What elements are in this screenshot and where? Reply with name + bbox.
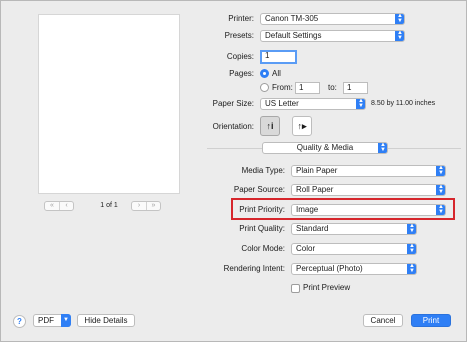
printer-stepper-icon: ▲ ▼ [395, 14, 404, 24]
presets-value: Default Settings [265, 31, 322, 40]
landscape-orientation-button[interactable]: ↑▸ [292, 116, 312, 136]
print-quality-popup[interactable]: Standard ▲ ▼ [291, 223, 417, 235]
page-preview [38, 14, 180, 194]
portrait-icon: ↑i [266, 121, 274, 131]
print-priority-label: Print Priority: [239, 205, 285, 214]
print-quality-value: Standard [296, 224, 329, 233]
paper-size-popup[interactable]: US Letter ▲ ▼ [260, 98, 366, 110]
orientation-label: Orientation: [212, 122, 254, 131]
hide-details-button[interactable]: Hide Details [77, 314, 135, 327]
media-type-value: Plain Paper [296, 166, 338, 175]
printer-popup[interactable]: Canon TM-305 ▲ ▼ [260, 13, 405, 25]
pdf-menu-button[interactable]: PDF ▼ [33, 314, 71, 327]
color-mode-value: Color [296, 244, 316, 253]
paper-source-popup[interactable]: Roll Paper ▲ ▼ [291, 184, 446, 196]
pager-forward-group: › » [131, 201, 161, 211]
pages-all-radio[interactable] [260, 69, 269, 78]
portrait-orientation-button[interactable]: ↑i [260, 116, 280, 136]
print-preview-checkbox[interactable] [291, 284, 300, 293]
section-value: Quality & Media [296, 143, 354, 152]
pdf-label: PDF [38, 316, 54, 325]
media-type-label: Media Type: [241, 166, 285, 175]
print-quality-label: Print Quality: [239, 224, 285, 233]
paper-size-dimensions: 8.50 by 11.00 inches [371, 100, 436, 107]
paper-source-stepper-icon: ▲ ▼ [436, 185, 445, 195]
presets-stepper-icon: ▲ ▼ [395, 31, 404, 41]
pages-range-radio[interactable] [260, 83, 269, 92]
pager-back-group: « ‹ [44, 201, 74, 211]
print-priority-popup[interactable]: Image ▲ ▼ [291, 204, 446, 216]
print-priority-stepper-icon: ▲ ▼ [436, 205, 445, 215]
color-mode-popup[interactable]: Color ▲ ▼ [291, 243, 417, 255]
presets-label: Presets: [224, 31, 254, 40]
previous-page-button[interactable]: ‹ [59, 202, 73, 210]
pages-label: Pages: [229, 69, 254, 78]
presets-popup[interactable]: Default Settings ▲ ▼ [260, 30, 405, 42]
pages-to-label: to: [328, 83, 337, 92]
copies-label: Copies: [226, 52, 254, 61]
pages-all-label: All [272, 69, 281, 78]
chevron-down-icon: ▼ [61, 314, 71, 327]
section-stepper-icon: ▲ ▼ [378, 143, 387, 153]
pages-from-field[interactable]: 1 [295, 82, 320, 94]
pages-to-field[interactable]: 1 [343, 82, 368, 94]
paper-size-value: US Letter [265, 99, 299, 108]
media-type-popup[interactable]: Plain Paper ▲ ▼ [291, 165, 446, 177]
paper-size-stepper-icon: ▲ ▼ [356, 99, 365, 109]
printer-value: Canon TM-305 [265, 14, 319, 23]
rendering-intent-label: Rendering Intent: [223, 264, 285, 273]
landscape-icon: ↑▸ [297, 120, 307, 131]
rendering-intent-stepper-icon: ▲ ▼ [407, 264, 416, 274]
next-page-button[interactable]: › [132, 202, 146, 210]
printer-label: Printer: [228, 14, 254, 23]
last-page-button[interactable]: » [146, 202, 160, 210]
page-indicator: 1 of 1 [100, 202, 118, 209]
section-popup[interactable]: Quality & Media ▲ ▼ [262, 142, 388, 154]
print-button[interactable]: Print [411, 314, 451, 327]
print-quality-stepper-icon: ▲ ▼ [407, 224, 416, 234]
print-priority-value: Image [296, 205, 319, 214]
copies-field[interactable]: 1 [260, 50, 297, 64]
first-page-button[interactable]: « [45, 202, 59, 210]
help-button[interactable]: ? [13, 315, 26, 328]
print-dialog: « ‹ 1 of 1 › » Printer: Canon TM-305 ▲ ▼ … [0, 0, 467, 342]
paper-source-label: Paper Source: [233, 185, 285, 194]
color-mode-stepper-icon: ▲ ▼ [407, 244, 416, 254]
color-mode-label: Color Mode: [241, 244, 285, 253]
pages-from-label: From: [272, 83, 293, 92]
paper-source-value: Roll Paper [296, 185, 334, 194]
cancel-button[interactable]: Cancel [363, 314, 403, 327]
print-preview-label: Print Preview [303, 283, 351, 292]
paper-size-label: Paper Size: [212, 99, 254, 108]
media-type-stepper-icon: ▲ ▼ [436, 166, 445, 176]
rendering-intent-value: Perceptual (Photo) [296, 264, 363, 273]
rendering-intent-popup[interactable]: Perceptual (Photo) ▲ ▼ [291, 263, 417, 275]
